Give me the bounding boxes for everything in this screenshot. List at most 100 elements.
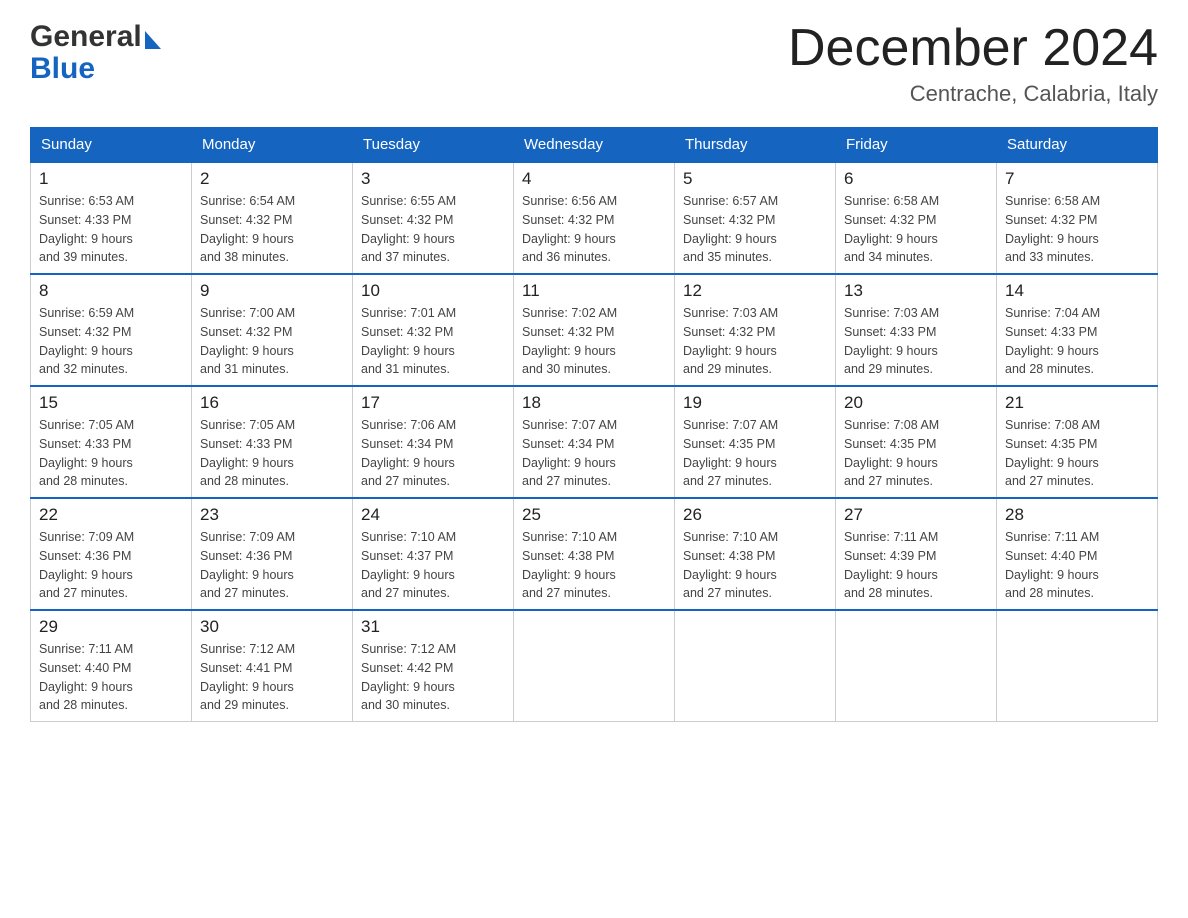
calendar-cell: 19 Sunrise: 7:07 AM Sunset: 4:35 PM Dayl… <box>675 386 836 498</box>
header-sunday: Sunday <box>31 128 192 163</box>
daylight: Daylight: 9 hours <box>844 568 938 582</box>
day-number: 11 <box>522 281 666 301</box>
sunset: Sunset: 4:36 PM <box>39 549 131 563</box>
day-info: Sunrise: 6:56 AM Sunset: 4:32 PM Dayligh… <box>522 192 666 267</box>
sunset: Sunset: 4:35 PM <box>683 437 775 451</box>
daylight2: and 27 minutes. <box>200 586 289 600</box>
sunrise: Sunrise: 7:02 AM <box>522 306 617 320</box>
day-number: 14 <box>1005 281 1149 301</box>
day-info: Sunrise: 7:09 AM Sunset: 4:36 PM Dayligh… <box>39 528 183 603</box>
logo: General Blue <box>30 20 161 86</box>
day-info: Sunrise: 7:01 AM Sunset: 4:32 PM Dayligh… <box>361 304 505 379</box>
calendar-cell: 12 Sunrise: 7:03 AM Sunset: 4:32 PM Dayl… <box>675 274 836 386</box>
calendar-cell <box>514 610 675 722</box>
sunset: Sunset: 4:38 PM <box>683 549 775 563</box>
header-thursday: Thursday <box>675 128 836 163</box>
day-number: 12 <box>683 281 827 301</box>
day-number: 21 <box>1005 393 1149 413</box>
day-number: 4 <box>522 169 666 189</box>
week-row-4: 22 Sunrise: 7:09 AM Sunset: 4:36 PM Dayl… <box>31 498 1158 610</box>
header-friday: Friday <box>836 128 997 163</box>
daylight: Daylight: 9 hours <box>522 232 616 246</box>
day-number: 28 <box>1005 505 1149 525</box>
daylight2: and 28 minutes. <box>1005 362 1094 376</box>
calendar-cell: 21 Sunrise: 7:08 AM Sunset: 4:35 PM Dayl… <box>997 386 1158 498</box>
sunset: Sunset: 4:32 PM <box>39 325 131 339</box>
calendar-cell: 30 Sunrise: 7:12 AM Sunset: 4:41 PM Dayl… <box>192 610 353 722</box>
sunset: Sunset: 4:33 PM <box>39 213 131 227</box>
calendar-table: Sunday Monday Tuesday Wednesday Thursday… <box>30 127 1158 722</box>
header-monday: Monday <box>192 128 353 163</box>
calendar-cell: 9 Sunrise: 7:00 AM Sunset: 4:32 PM Dayli… <box>192 274 353 386</box>
day-info: Sunrise: 7:04 AM Sunset: 4:33 PM Dayligh… <box>1005 304 1149 379</box>
day-info: Sunrise: 7:05 AM Sunset: 4:33 PM Dayligh… <box>200 416 344 491</box>
sunrise: Sunrise: 7:10 AM <box>522 530 617 544</box>
daylight2: and 27 minutes. <box>522 586 611 600</box>
day-number: 30 <box>200 617 344 637</box>
sunset: Sunset: 4:42 PM <box>361 661 453 675</box>
day-info: Sunrise: 7:08 AM Sunset: 4:35 PM Dayligh… <box>844 416 988 491</box>
calendar-cell: 6 Sunrise: 6:58 AM Sunset: 4:32 PM Dayli… <box>836 162 997 274</box>
day-number: 29 <box>39 617 183 637</box>
sunset: Sunset: 4:35 PM <box>1005 437 1097 451</box>
sunrise: Sunrise: 7:09 AM <box>200 530 295 544</box>
daylight2: and 27 minutes. <box>361 586 450 600</box>
sunrise: Sunrise: 7:12 AM <box>361 642 456 656</box>
daylight2: and 27 minutes. <box>683 586 772 600</box>
day-info: Sunrise: 6:58 AM Sunset: 4:32 PM Dayligh… <box>844 192 988 267</box>
sunrise: Sunrise: 6:58 AM <box>844 194 939 208</box>
day-info: Sunrise: 7:06 AM Sunset: 4:34 PM Dayligh… <box>361 416 505 491</box>
daylight: Daylight: 9 hours <box>361 568 455 582</box>
sunrise: Sunrise: 7:01 AM <box>361 306 456 320</box>
sunset: Sunset: 4:32 PM <box>522 213 614 227</box>
day-info: Sunrise: 7:10 AM Sunset: 4:38 PM Dayligh… <box>522 528 666 603</box>
daylight2: and 38 minutes. <box>200 250 289 264</box>
daylight2: and 33 minutes. <box>1005 250 1094 264</box>
sunset: Sunset: 4:38 PM <box>522 549 614 563</box>
sunrise: Sunrise: 7:05 AM <box>200 418 295 432</box>
day-info: Sunrise: 7:10 AM Sunset: 4:37 PM Dayligh… <box>361 528 505 603</box>
calendar-cell <box>836 610 997 722</box>
calendar-cell: 26 Sunrise: 7:10 AM Sunset: 4:38 PM Dayl… <box>675 498 836 610</box>
daylight2: and 30 minutes. <box>522 362 611 376</box>
calendar-cell: 23 Sunrise: 7:09 AM Sunset: 4:36 PM Dayl… <box>192 498 353 610</box>
day-number: 8 <box>39 281 183 301</box>
day-info: Sunrise: 6:54 AM Sunset: 4:32 PM Dayligh… <box>200 192 344 267</box>
day-number: 16 <box>200 393 344 413</box>
daylight2: and 28 minutes. <box>844 586 933 600</box>
daylight: Daylight: 9 hours <box>361 456 455 470</box>
calendar-cell: 25 Sunrise: 7:10 AM Sunset: 4:38 PM Dayl… <box>514 498 675 610</box>
calendar-cell: 17 Sunrise: 7:06 AM Sunset: 4:34 PM Dayl… <box>353 386 514 498</box>
calendar-cell: 5 Sunrise: 6:57 AM Sunset: 4:32 PM Dayli… <box>675 162 836 274</box>
day-info: Sunrise: 7:12 AM Sunset: 4:42 PM Dayligh… <box>361 640 505 715</box>
sunrise: Sunrise: 6:54 AM <box>200 194 295 208</box>
daylight2: and 29 minutes. <box>844 362 933 376</box>
day-info: Sunrise: 7:11 AM Sunset: 4:39 PM Dayligh… <box>844 528 988 603</box>
daylight: Daylight: 9 hours <box>844 344 938 358</box>
header-wednesday: Wednesday <box>514 128 675 163</box>
sunset: Sunset: 4:32 PM <box>683 325 775 339</box>
daylight2: and 30 minutes. <box>361 698 450 712</box>
daylight: Daylight: 9 hours <box>522 456 616 470</box>
sunset: Sunset: 4:34 PM <box>361 437 453 451</box>
day-number: 31 <box>361 617 505 637</box>
location-subtitle: Centrache, Calabria, Italy <box>788 81 1158 107</box>
day-info: Sunrise: 6:55 AM Sunset: 4:32 PM Dayligh… <box>361 192 505 267</box>
daylight2: and 27 minutes. <box>844 474 933 488</box>
header-saturday: Saturday <box>997 128 1158 163</box>
page-header: General Blue December 2024 Centrache, Ca… <box>30 20 1158 107</box>
daylight: Daylight: 9 hours <box>200 344 294 358</box>
sunrise: Sunrise: 6:53 AM <box>39 194 134 208</box>
sunrise: Sunrise: 6:59 AM <box>39 306 134 320</box>
sunrise: Sunrise: 7:07 AM <box>522 418 617 432</box>
daylight: Daylight: 9 hours <box>39 568 133 582</box>
daylight: Daylight: 9 hours <box>683 232 777 246</box>
sunrise: Sunrise: 7:10 AM <box>361 530 456 544</box>
sunrise: Sunrise: 7:11 AM <box>39 642 133 656</box>
day-number: 19 <box>683 393 827 413</box>
day-number: 27 <box>844 505 988 525</box>
sunset: Sunset: 4:32 PM <box>844 213 936 227</box>
day-number: 25 <box>522 505 666 525</box>
calendar-cell: 28 Sunrise: 7:11 AM Sunset: 4:40 PM Dayl… <box>997 498 1158 610</box>
daylight2: and 37 minutes. <box>361 250 450 264</box>
